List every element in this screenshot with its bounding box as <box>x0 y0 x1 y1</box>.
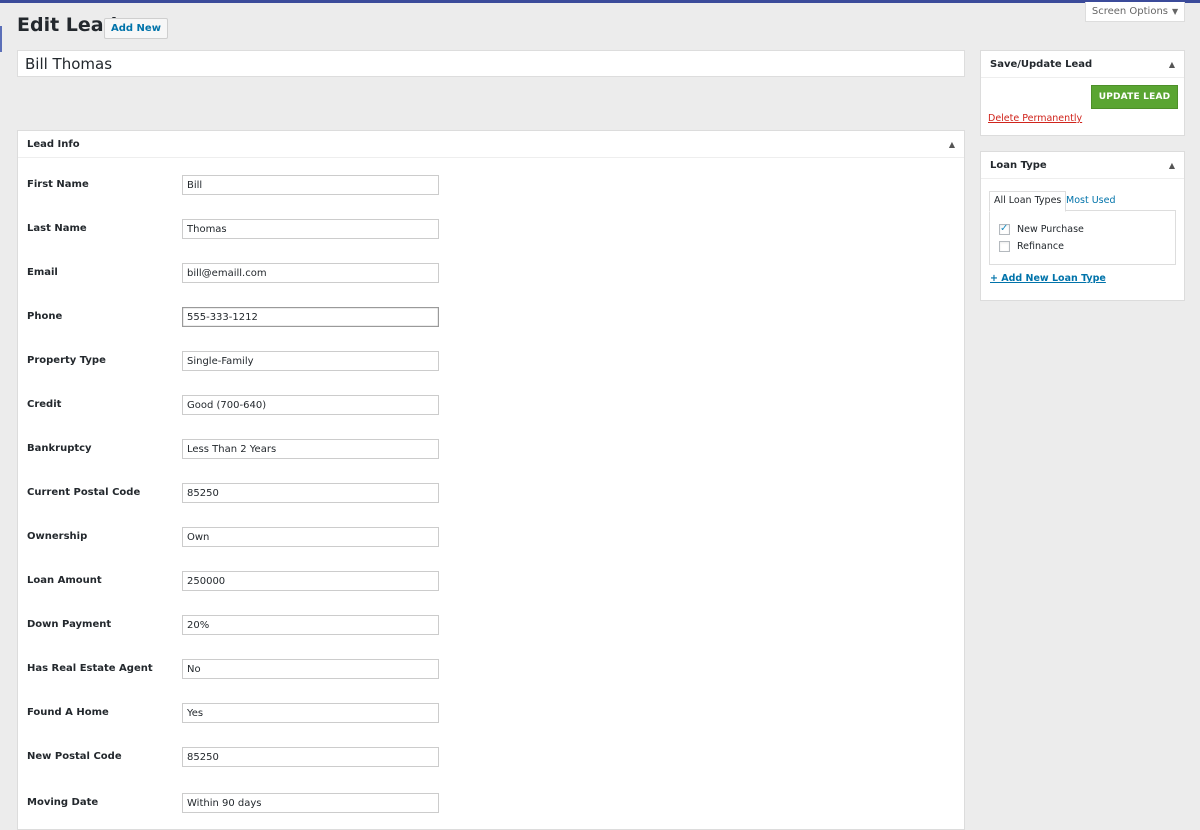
admin-menu-edge <box>0 26 2 52</box>
checkbox-refinance[interactable] <box>999 240 1010 252</box>
add-new-button[interactable]: Add New <box>104 18 168 39</box>
field-label: Property Type <box>27 355 106 366</box>
field-label: Down Payment <box>27 619 112 630</box>
page-title: Edit Lead <box>17 14 118 36</box>
save-update-heading: Save/Update Lead <box>990 58 1093 70</box>
loan-type-checklist: ✓ New Purchase Refinance <box>989 210 1176 265</box>
caret-down-icon: ▼ <box>1172 7 1179 16</box>
new-postal-code-input[interactable] <box>182 747 439 767</box>
property-type-input[interactable] <box>182 351 439 371</box>
loan-type-box: Loan Type ▲ All Loan Types Most Used ✓ N… <box>980 151 1185 301</box>
lead-info-box: Lead Info ▲ First Name Last Name Email P… <box>17 130 965 830</box>
delete-permanently-link[interactable]: Delete Permanently <box>988 113 1082 124</box>
field-label: Phone <box>27 311 63 322</box>
triangle-up-icon[interactable]: ▲ <box>949 140 955 149</box>
option-label: New Purchase <box>1017 223 1084 235</box>
checkmark-icon: ✓ <box>1000 222 1009 234</box>
field-row-phone: Phone <box>18 307 964 329</box>
field-row-bankruptcy: Bankruptcy <box>18 439 964 461</box>
moving-date-input[interactable] <box>182 793 439 813</box>
first-name-input[interactable] <box>182 175 439 195</box>
has-real-estate-agent-input[interactable] <box>182 659 439 679</box>
field-label: Has Real Estate Agent <box>27 663 153 674</box>
lead-title-input[interactable] <box>17 50 965 77</box>
field-row-ownership: Ownership <box>18 527 964 549</box>
down-payment-input[interactable] <box>182 615 439 635</box>
field-label: Loan Amount <box>27 575 102 586</box>
loan-type-heading: Loan Type <box>990 159 1047 171</box>
field-row-new-postal-code: New Postal Code <box>18 747 964 769</box>
field-row-has-real-estate-agent: Has Real Estate Agent <box>18 659 964 681</box>
triangle-up-icon[interactable]: ▲ <box>1169 60 1175 69</box>
loan-amount-input[interactable] <box>182 571 439 591</box>
save-update-header[interactable]: Save/Update Lead ▲ <box>981 51 1184 78</box>
loan-type-header[interactable]: Loan Type ▲ <box>981 152 1184 179</box>
field-label: Bankruptcy <box>27 443 92 454</box>
field-row-first-name: First Name <box>18 175 964 197</box>
field-label: Found A Home <box>27 707 109 718</box>
field-row-property-type: Property Type <box>18 351 964 373</box>
triangle-up-icon[interactable]: ▲ <box>1169 161 1175 170</box>
field-label: Current Postal Code <box>27 487 141 498</box>
field-row-loan-amount: Loan Amount <box>18 571 964 593</box>
credit-input[interactable] <box>182 395 439 415</box>
lead-info-heading: Lead Info <box>27 138 80 150</box>
phone-input[interactable] <box>182 307 439 327</box>
field-row-found-a-home: Found A Home <box>18 703 964 725</box>
checkbox-new-purchase[interactable]: ✓ <box>999 222 1010 235</box>
current-postal-code-input[interactable] <box>182 483 439 503</box>
loan-type-option-refinance[interactable]: Refinance <box>999 239 1064 253</box>
bankruptcy-input[interactable] <box>182 439 439 459</box>
field-label: Moving Date <box>27 797 99 808</box>
loan-type-option-new-purchase[interactable]: ✓ New Purchase <box>999 222 1084 236</box>
field-row-credit: Credit <box>18 395 964 417</box>
field-label: Email <box>27 267 58 278</box>
field-row-down-payment: Down Payment <box>18 615 964 637</box>
field-label: Credit <box>27 399 62 410</box>
ownership-input[interactable] <box>182 527 439 547</box>
field-label: New Postal Code <box>27 751 122 762</box>
lead-info-header[interactable]: Lead Info ▲ <box>18 131 964 158</box>
field-label: Last Name <box>27 223 87 234</box>
screen-options-label: Screen Options <box>1091 6 1168 17</box>
field-label: Ownership <box>27 531 88 542</box>
update-lead-button[interactable]: UPDATE LEAD <box>1091 85 1178 109</box>
field-row-last-name: Last Name <box>18 219 964 241</box>
add-new-loan-type-link[interactable]: + Add New Loan Type <box>990 273 1106 284</box>
save-update-box: Save/Update Lead ▲ UPDATE LEAD Delete Pe… <box>980 50 1185 136</box>
field-row-current-postal-code: Current Postal Code <box>18 483 964 505</box>
field-label: First Name <box>27 179 89 190</box>
tab-most-used[interactable]: Most Used <box>1066 191 1115 210</box>
last-name-input[interactable] <box>182 219 439 239</box>
found-a-home-input[interactable] <box>182 703 439 723</box>
screen-options-toggle[interactable]: Screen Options ▼ <box>1085 2 1185 22</box>
field-row-email: Email <box>18 263 964 285</box>
field-row-moving-date: Moving Date <box>18 793 964 815</box>
email-input[interactable] <box>182 263 439 283</box>
option-label: Refinance <box>1017 240 1064 252</box>
admin-top-accent-bar <box>0 0 1200 3</box>
tab-all-loan-types[interactable]: All Loan Types <box>989 191 1067 212</box>
